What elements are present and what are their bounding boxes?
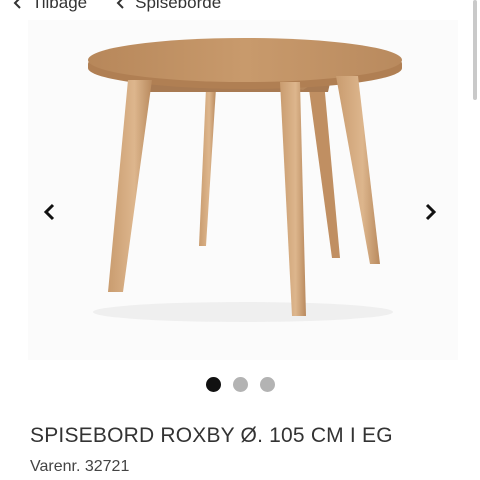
gallery-dot-3[interactable]	[259, 377, 275, 392]
product-title: SPISEBORD ROXBY Ø. 105 CM I EG	[30, 424, 393, 447]
chevron-left-icon	[13, 0, 21, 9]
category-link-label: Spiseborde	[135, 0, 222, 12]
sku-value: 32721	[84, 458, 130, 475]
gallery-pagination	[0, 377, 480, 392]
breadcrumb: Tilbage Spiseborde	[0, 0, 480, 15]
sku-label: Varenr.	[30, 458, 81, 475]
image-gallery	[0, 20, 480, 360]
back-link-label: Tilbage	[32, 0, 88, 12]
chevron-left-icon	[43, 203, 55, 221]
gallery-dot-2[interactable]	[232, 377, 248, 392]
sku-line: Varenr. 32721	[30, 458, 129, 476]
product-image	[88, 38, 402, 322]
chevron-left-icon	[116, 0, 124, 9]
gallery-dot-1[interactable]	[205, 377, 221, 392]
chevron-right-icon	[425, 203, 437, 221]
next-image-button[interactable]	[418, 200, 442, 224]
category-link[interactable]: Spiseborde	[115, 0, 221, 13]
previous-image-button[interactable]	[38, 200, 62, 224]
back-link[interactable]: Tilbage	[12, 0, 87, 13]
